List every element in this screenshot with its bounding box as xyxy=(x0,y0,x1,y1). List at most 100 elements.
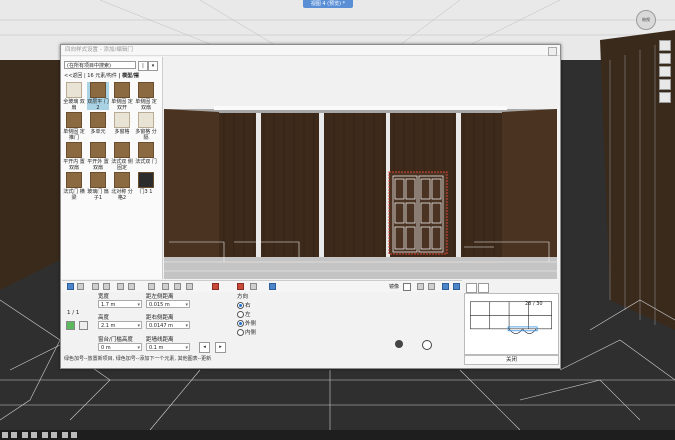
left-offset-label: 距左侧距离 xyxy=(146,294,174,300)
library-panel: (在所有项目中搜索) | ▾ <<返回 | 16 元素/构件 | 模型/摆 全玻… xyxy=(61,57,163,279)
door-style-label: 法式双 侧固定 xyxy=(111,159,133,171)
nav-cube[interactable]: 俯视 xyxy=(636,10,656,30)
door-style-tile[interactable]: 平开内 置双扇 xyxy=(63,142,85,171)
paint-bucket-icon[interactable] xyxy=(466,283,477,293)
flip-icon[interactable] xyxy=(417,283,424,290)
view-tab[interactable]: 视图 4 (预览) * xyxy=(303,0,353,8)
breadcrumb: <<返回 | 16 元素/构件 | 模型/摆 xyxy=(64,72,162,80)
status-icon[interactable] xyxy=(30,432,37,438)
image-icon[interactable] xyxy=(162,283,169,290)
direction-inside-radio[interactable] xyxy=(237,329,244,336)
door-thumbnail-icon xyxy=(90,112,106,128)
sill-height-label: 窗台/门槛高度 xyxy=(98,337,133,343)
door-preview-viewport[interactable] xyxy=(164,57,557,279)
mirror-checkbox[interactable] xyxy=(403,283,411,291)
door-style-label: 平开外 置双扇 xyxy=(87,159,109,171)
door-style-tile[interactable]: 双层平 门2 xyxy=(87,82,109,111)
folder-icon[interactable] xyxy=(174,283,181,290)
door-style-tile[interactable]: 法式双 门 xyxy=(135,142,157,170)
floor-plan-preview[interactable] xyxy=(464,293,559,355)
door-thumbnail-icon xyxy=(90,82,106,98)
breadcrumb-back[interactable]: <<返回 xyxy=(64,73,82,79)
status-icon[interactable] xyxy=(50,432,57,438)
direction-right-label: 右 xyxy=(245,303,251,309)
door-thumbnail-icon xyxy=(114,172,130,188)
door-thumbnail-icon xyxy=(138,142,154,158)
columns-icon[interactable] xyxy=(77,283,84,290)
door-style-tile[interactable]: 单侧固 定双扇 xyxy=(135,82,157,111)
door-style-tile[interactable]: 多窗格 分隔 xyxy=(135,112,157,141)
status-bar xyxy=(0,430,675,440)
width-field[interactable]: 1.7 m xyxy=(98,300,142,309)
sill-height-field[interactable]: 0 m xyxy=(98,343,142,352)
status-icon[interactable] xyxy=(41,432,48,438)
camera-icon[interactable] xyxy=(148,283,155,290)
wall-offset-label: 距墙线距离 xyxy=(146,337,174,343)
palette-icon[interactable] xyxy=(237,283,244,290)
zoom-icon[interactable] xyxy=(428,283,435,290)
pan-tool-icon[interactable] xyxy=(659,66,671,77)
width-label: 宽度 xyxy=(98,294,110,300)
door-style-tile[interactable]: 单侧固 定推门 xyxy=(63,112,85,141)
copy-icon[interactable] xyxy=(128,283,135,290)
grid-view-icon[interactable] xyxy=(67,283,74,290)
door-style-tile[interactable]: 法式双 侧固定 xyxy=(111,142,133,171)
split-icon[interactable] xyxy=(92,283,99,290)
door-style-tile[interactable]: 门3 1 xyxy=(135,172,157,200)
door-thumbnail-icon xyxy=(90,172,106,188)
direction-right-radio[interactable] xyxy=(237,302,244,309)
direction-inside-label: 内侧 xyxy=(245,330,257,336)
rotate-left-icon[interactable] xyxy=(442,283,449,290)
door-style-tile[interactable]: 北对称 分格2 xyxy=(111,172,133,201)
library-dropdown-button[interactable]: ▾ xyxy=(148,61,158,71)
door-thumbnail-icon xyxy=(138,112,154,128)
paint-icon[interactable] xyxy=(117,283,124,290)
door-style-tile[interactable]: 多单元 xyxy=(87,112,109,140)
height-field[interactable]: 2.1 m xyxy=(98,321,142,330)
ruler-icon[interactable] xyxy=(212,283,219,290)
door-style-label: 门3 1 xyxy=(139,189,153,195)
add-icon[interactable] xyxy=(66,321,75,330)
direction-left-radio[interactable] xyxy=(237,311,244,318)
door-thumbnail-icon xyxy=(66,112,82,128)
status-icon[interactable] xyxy=(11,432,17,438)
library-search-select[interactable]: (在所有项目中搜索) xyxy=(64,61,136,69)
settings-icon[interactable] xyxy=(395,340,403,348)
prev-button[interactable]: ◂ xyxy=(199,342,210,353)
delete-icon[interactable] xyxy=(79,321,88,330)
frame-icon[interactable] xyxy=(103,283,110,290)
status-icon[interactable] xyxy=(70,432,77,438)
right-offset-field[interactable]: 0.0147 m xyxy=(146,321,190,330)
save-icon[interactable] xyxy=(186,283,193,290)
globe-icon[interactable] xyxy=(269,283,276,290)
door-style-tile[interactable]: 单侧固 定双开 xyxy=(111,82,133,111)
door-style-tile[interactable]: 全玻璃 双扇 xyxy=(63,82,85,111)
door-style-tile[interactable]: 法式门 横梁 xyxy=(63,172,85,201)
refresh-icon[interactable] xyxy=(422,340,432,350)
left-offset-field[interactable]: 0.015 m xyxy=(146,300,190,309)
next-button[interactable]: ▸ xyxy=(215,342,226,353)
door-style-label: 平开内 置双扇 xyxy=(63,159,85,171)
view-tool-icon[interactable] xyxy=(659,40,671,51)
dialog-close-icon[interactable] xyxy=(548,47,557,56)
wall-offset-field[interactable]: 0.1 m xyxy=(146,343,190,352)
status-icon[interactable] xyxy=(2,432,8,438)
door-style-tile[interactable]: 平开外 置双扇 xyxy=(87,142,109,171)
door-style-label: 单侧固 定推门 xyxy=(63,129,85,141)
rotate-right-icon[interactable] xyxy=(453,283,460,290)
door-style-label: 玻璃门 扇子1 xyxy=(87,189,109,201)
status-icon[interactable] xyxy=(61,432,68,438)
dialog-title: 四向样式设置 - 添加/编辑门 xyxy=(61,45,560,56)
table-icon[interactable] xyxy=(250,283,257,290)
direction-outside-radio[interactable] xyxy=(237,320,244,327)
zoom-tool-icon[interactable] xyxy=(659,53,671,64)
fit-tool-icon[interactable] xyxy=(659,92,671,103)
door-style-tile[interactable]: 玻璃门 扇子1 xyxy=(87,172,109,201)
breadcrumb-path: | 模型/摆 xyxy=(118,73,139,79)
material-icon[interactable] xyxy=(478,283,489,293)
close-button[interactable]: 关闭 xyxy=(464,355,559,365)
orbit-tool-icon[interactable] xyxy=(659,79,671,90)
door-style-tile[interactable]: 多窗格 xyxy=(111,112,133,140)
status-icon[interactable] xyxy=(21,432,28,438)
library-option-button[interactable]: | xyxy=(138,61,148,71)
